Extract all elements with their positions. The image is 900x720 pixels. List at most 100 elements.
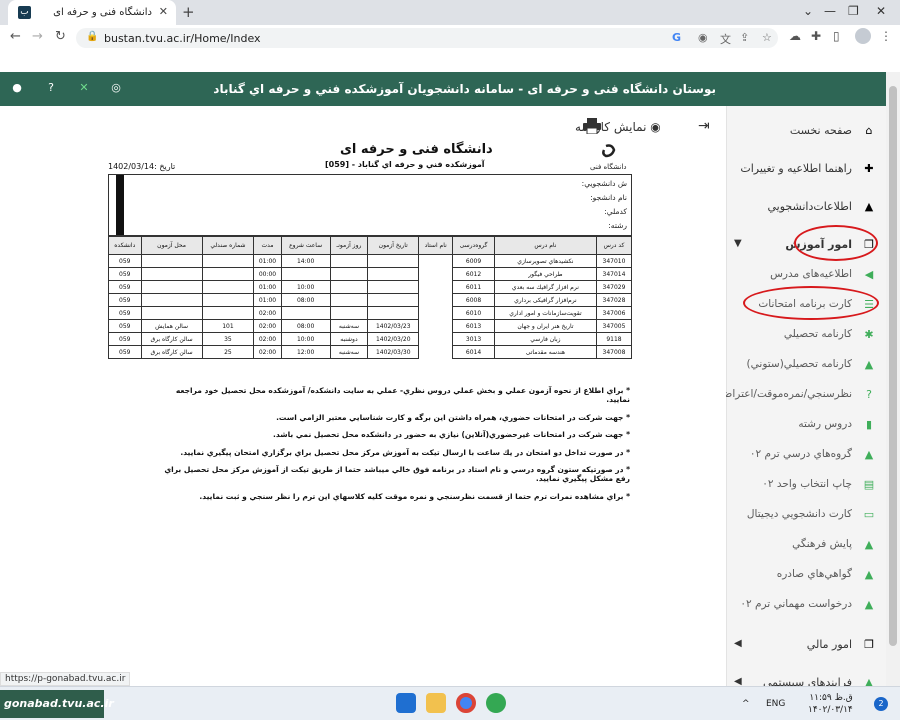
sidebar-item-student-info[interactable]: ▲ اطلاعات‌دانشجويي xyxy=(726,192,886,222)
toggle-icon[interactable]: ● xyxy=(10,81,24,95)
print-icon: ▤ xyxy=(863,478,875,491)
sidebar-item-print-selection[interactable]: ▤ چاپ انتخاب واحد ۰۲ xyxy=(726,470,886,500)
table-cell xyxy=(201,293,255,307)
browser-tab[interactable]: ب دانشگاه فنی و حرفه ای ✕ xyxy=(8,0,176,25)
clock[interactable]: ۱۱:۵۹ ق.ظ ۱۴۰۲/۰۳/۱۴ xyxy=(808,692,853,716)
notification-badge[interactable]: 2 xyxy=(874,697,888,711)
table-cell xyxy=(418,319,454,333)
table-cell xyxy=(329,306,369,320)
table-cell: 059 xyxy=(108,280,142,294)
google-icon[interactable]: G xyxy=(672,31,681,44)
share-icon[interactable]: ⇪ xyxy=(740,31,749,44)
table-cell: 059 xyxy=(108,332,142,346)
column-header: نام استاد xyxy=(418,236,454,255)
sidepanel-icon[interactable]: ▯ xyxy=(833,29,840,43)
table-cell: 059 xyxy=(108,306,142,320)
table-cell: 347029 xyxy=(595,280,633,294)
table-cell xyxy=(418,306,454,320)
table-row: 347014 طراحي فيگور 6012 00:00 059 xyxy=(108,267,633,281)
table-row: 347028 نرم‌افزار گرافیکی برداري 6008 08:00 0… xyxy=(108,293,633,307)
print-icon[interactable] xyxy=(583,118,601,134)
sidebar-item-course-groups[interactable]: ▲ گروه‌هاي درسي ترم ۰۲ xyxy=(726,440,886,470)
new-tab-icon[interactable]: + xyxy=(182,3,195,21)
major-label: رشته: xyxy=(608,221,627,230)
student-info-box: ش دانشجويي: نام دانشجو: كدملي: رشته: xyxy=(108,174,632,236)
address-bar[interactable]: 🔒 bustan.tvu.ac.ir/Home/Index G ◉ 文 ⇪ ☆ xyxy=(76,28,778,48)
table-cell xyxy=(367,254,420,268)
page-scrollbar[interactable] xyxy=(886,72,900,696)
table-cell: تاريخ هنر ايران و جهان xyxy=(493,319,597,333)
app-icon[interactable] xyxy=(486,693,506,713)
sidebar-item-label: پايش فرهنگي xyxy=(792,538,852,550)
sidebar-item-label: درخواست مهماني ترم ۰۲ xyxy=(740,598,852,610)
column-header: ساعت شروع xyxy=(280,236,331,255)
table-cell xyxy=(280,306,331,320)
windows-start-icon[interactable] xyxy=(396,693,416,713)
table-cell: سه‌شنبه xyxy=(329,345,369,359)
minimize-icon[interactable]: — xyxy=(824,4,836,18)
scroll-thumb[interactable] xyxy=(889,86,897,646)
student-name-label: نام دانشجو: xyxy=(590,193,627,202)
table-row: 347005 تاريخ هنر ايران و جهان 6013 1402/03/… xyxy=(108,319,633,333)
sidebar-item-transcript-column[interactable]: ▲ كارنامه تحصيلي(ستوني) xyxy=(726,350,886,380)
eye-icon[interactable]: ◉ xyxy=(698,31,708,44)
sidebar-item-finance[interactable]: ❐ امور مالي ◀ xyxy=(726,630,886,660)
close-tab-icon[interactable]: ✕ xyxy=(159,5,168,18)
table-cell xyxy=(201,254,255,268)
table-cell: سه‌شنبه xyxy=(329,319,369,333)
sidebar-item-cultural[interactable]: ▲ پايش فرهنگي xyxy=(726,530,886,560)
sidebar-item-major-courses[interactable]: ▮ دروس رشته xyxy=(726,410,886,440)
chevron-down-icon[interactable]: ⌄ xyxy=(803,4,813,18)
sidebar-item-label: دروس رشته xyxy=(798,418,852,430)
file-explorer-icon[interactable] xyxy=(426,693,446,713)
forward-icon[interactable]: → xyxy=(32,29,43,44)
sidebar-item-guest-request[interactable]: ▲ درخواست مهماني ترم ۰۲ xyxy=(726,590,886,620)
tray-chevron-icon[interactable]: ^ xyxy=(742,699,750,709)
star-icon[interactable]: ☆ xyxy=(762,31,772,44)
sidebar-item-survey[interactable]: ? نظرسنجي/نمره‌موقت/اعتراض xyxy=(720,380,886,410)
reload-icon[interactable]: ↻ xyxy=(55,29,66,44)
back-icon[interactable]: ← xyxy=(10,29,21,44)
table-cell: 02:00 xyxy=(253,332,282,346)
university-logo: دانشگاه فنی xyxy=(588,144,632,172)
megaphone-icon: ◀ xyxy=(864,268,874,281)
table-cell: 6008 xyxy=(452,293,495,307)
url-text[interactable]: bustan.tvu.ac.ir/Home/Index xyxy=(104,32,261,45)
document-title: دانشگاه فنی و حرفه ای xyxy=(340,142,493,157)
table-row: 347008 هندسه مقدماتی 6014 1402/03/30 سه‌شنبه… xyxy=(108,345,633,359)
sidebar-item-home[interactable]: ⌂ صفحه نخست xyxy=(726,116,886,146)
exam-schedule-table: كد درس نام درس گروه‌درسی نام استاد تاريخ آزم… xyxy=(108,236,633,359)
sidebar-item-label: گروه‌هاي درسي ترم ۰۲ xyxy=(749,448,852,460)
profile-avatar[interactable] xyxy=(855,28,871,44)
table-cell xyxy=(140,293,203,307)
svg-text:دانشگاه فنی: دانشگاه فنی xyxy=(590,162,626,171)
sidebar-item-guide[interactable]: ✚ راهنما اطلاعیه و تغییرات xyxy=(726,154,886,184)
home-icon: ⌂ xyxy=(865,124,873,137)
lock-icon[interactable]: 🔒 xyxy=(86,31,98,42)
translate-icon[interactable]: 文 xyxy=(720,31,731,47)
column-header: روز آزمونـ xyxy=(329,236,369,255)
table-cell: 01:00 xyxy=(253,254,282,268)
language-indicator[interactable]: ENG xyxy=(766,699,785,709)
sidebar-item-transcript[interactable]: ✱ كارنامه تحصيلي xyxy=(726,320,886,350)
puzzle-icon: ✚ xyxy=(864,162,874,175)
table-cell: 347008 xyxy=(595,345,633,359)
close-circle-icon[interactable]: ✕ xyxy=(77,81,91,95)
table-cell: 02:00 xyxy=(253,319,282,333)
sidebar-item-certificates[interactable]: ▲ گواهي‌هاي صادره xyxy=(726,560,886,590)
snowflake-icon: ✱ xyxy=(864,328,874,341)
table-cell: 14:00 xyxy=(280,254,331,268)
exit-icon[interactable]: ⇥ xyxy=(698,118,710,134)
extension-icon[interactable]: ☁ xyxy=(789,29,801,43)
puzzle-extension-icon[interactable]: ✚ xyxy=(811,29,821,43)
chrome-icon[interactable] xyxy=(456,693,476,713)
sidebar-item-digital-card[interactable]: ▭ كارت دانشجويي ديجيتال xyxy=(726,500,886,530)
restore-icon[interactable]: ❐ xyxy=(848,4,859,18)
menu-dots-icon[interactable]: ⋮ xyxy=(880,29,892,43)
close-window-icon[interactable]: ✕ xyxy=(876,4,886,18)
help-icon[interactable]: ? xyxy=(44,81,58,95)
table-cell xyxy=(201,306,255,320)
table-cell xyxy=(140,267,203,281)
sidebar-item-label: نظرسنجي/نمره‌موقت/اعتراض xyxy=(719,388,852,400)
globe-icon[interactable]: ◎ xyxy=(109,81,123,95)
